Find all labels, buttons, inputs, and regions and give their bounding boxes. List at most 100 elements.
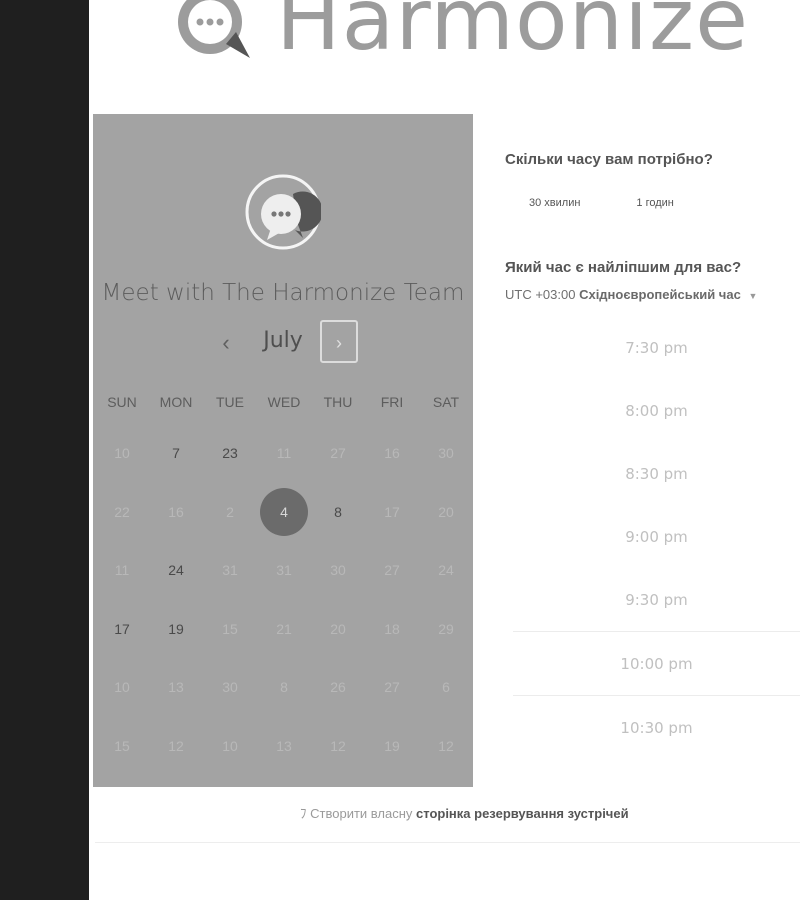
time-slot[interactable]: 8:00 pm bbox=[513, 379, 800, 442]
create-booking-page-link[interactable]: ﾌ Створити власну сторінка резервування … bbox=[300, 803, 629, 822]
day-number: 21 bbox=[276, 620, 292, 637]
left-dark-panel bbox=[0, 0, 89, 900]
day-cell: 6 bbox=[419, 658, 473, 717]
day-number: 2 bbox=[226, 503, 234, 520]
day-number: 15 bbox=[222, 620, 238, 637]
day-number: 27 bbox=[384, 562, 400, 579]
day-number: 31 bbox=[276, 562, 292, 579]
day-number: 30 bbox=[222, 679, 238, 696]
day-number: 31 bbox=[222, 562, 238, 579]
day-number: 12 bbox=[168, 737, 184, 754]
day-cell[interactable]: 23 bbox=[203, 424, 257, 483]
day-number: 13 bbox=[168, 679, 184, 696]
duration-question: Скільки часу вам потрібно? bbox=[505, 151, 713, 168]
day-number: 7 bbox=[172, 445, 180, 462]
day-cell: 13 bbox=[257, 717, 311, 776]
day-number: 24 bbox=[438, 562, 454, 579]
day-cell: 12 bbox=[419, 717, 473, 776]
day-cell: 12 bbox=[311, 717, 365, 776]
brand-name: Harmonize bbox=[276, 0, 750, 70]
day-number: 12 bbox=[438, 737, 454, 754]
day-cell[interactable]: 8 bbox=[311, 483, 365, 542]
day-number: 19 bbox=[384, 737, 400, 754]
calendar-panel: Meet with The Harmonize Team ‹ July › SU… bbox=[93, 114, 473, 787]
time-slot[interactable]: 7:30 pm bbox=[513, 316, 800, 379]
day-number: 13 bbox=[276, 737, 292, 754]
weekday-label: SAT bbox=[432, 394, 460, 410]
day-number: 12 bbox=[330, 737, 346, 754]
time-slot[interactable]: 9:30 pm bbox=[513, 568, 800, 631]
day-number: 8 bbox=[334, 503, 342, 520]
day-cell[interactable]: 24 bbox=[149, 541, 203, 600]
caret-down-icon: ▼ bbox=[748, 291, 758, 301]
day-number: 20 bbox=[438, 503, 454, 520]
day-number: 20 bbox=[330, 620, 346, 637]
day-cell: 11 bbox=[95, 541, 149, 600]
month-navigation: ‹ July › bbox=[93, 320, 473, 366]
day-number: 27 bbox=[384, 679, 400, 696]
day-number: 19 bbox=[168, 620, 184, 637]
duration-30-min-option[interactable]: 30 хвилин bbox=[529, 197, 580, 209]
day-number: 29 bbox=[438, 620, 454, 637]
day-cell: 27 bbox=[365, 658, 419, 717]
day-cell: 19 bbox=[365, 717, 419, 776]
time-slot-list: 7:30 pm 8:00 pm 8:30 pm 9:00 pm 9:30 pm … bbox=[513, 316, 800, 759]
day-number: 26 bbox=[330, 679, 346, 696]
day-cell[interactable]: 17 bbox=[95, 600, 149, 659]
timezone-name: Східноєвропейський час bbox=[579, 287, 741, 302]
day-cell: 21 bbox=[257, 600, 311, 659]
day-cell: 15 bbox=[95, 717, 149, 776]
duration-options: 30 хвилин 1 годин bbox=[529, 197, 674, 209]
time-slot[interactable]: 10:00 pm bbox=[513, 631, 800, 695]
day-number: 27 bbox=[330, 445, 346, 462]
previous-month-button[interactable]: ‹ bbox=[211, 330, 241, 356]
day-number: 4 bbox=[260, 487, 308, 536]
day-number: 17 bbox=[114, 620, 130, 637]
day-cell: 30 bbox=[311, 541, 365, 600]
time-slot[interactable]: 10:30 pm bbox=[513, 695, 800, 759]
day-number: 30 bbox=[330, 562, 346, 579]
day-cell: 10 bbox=[95, 424, 149, 483]
day-number: 18 bbox=[384, 620, 400, 637]
footer-divider bbox=[95, 842, 800, 843]
selected-day-cell[interactable]: 4 bbox=[257, 483, 311, 542]
day-cell: 29 bbox=[419, 600, 473, 659]
footer-prefix: Створити власну bbox=[310, 806, 413, 821]
weekday-header: SUN MON TUE WED THU FRI SAT bbox=[95, 394, 473, 410]
weekday-label: MON bbox=[159, 394, 193, 410]
day-cell: 10 bbox=[203, 717, 257, 776]
day-cell: 31 bbox=[257, 541, 311, 600]
next-month-button[interactable]: › bbox=[320, 320, 358, 363]
day-cell: 16 bbox=[149, 483, 203, 542]
footer-link-text: сторінка резервування зустрічей bbox=[416, 806, 629, 821]
day-number: 16 bbox=[384, 445, 400, 462]
day-cell: 15 bbox=[203, 600, 257, 659]
day-cell: 8 bbox=[257, 658, 311, 717]
day-cell: 22 bbox=[95, 483, 149, 542]
day-cell: 24 bbox=[419, 541, 473, 600]
weekday-label: SUN bbox=[107, 394, 137, 410]
day-cell: 26 bbox=[311, 658, 365, 717]
day-cell: 27 bbox=[365, 541, 419, 600]
time-slot[interactable]: 8:30 pm bbox=[513, 442, 800, 505]
day-cell[interactable]: 7 bbox=[149, 424, 203, 483]
day-cell: 27 bbox=[311, 424, 365, 483]
time-slot[interactable]: 9:00 pm bbox=[513, 505, 800, 568]
day-cell[interactable]: 19 bbox=[149, 600, 203, 659]
day-cell: 20 bbox=[311, 600, 365, 659]
timezone-offset: UTC +03:00 bbox=[505, 287, 576, 302]
duration-1-hour-option[interactable]: 1 годин bbox=[636, 197, 673, 209]
day-number: 24 bbox=[168, 562, 184, 579]
day-cell: 30 bbox=[203, 658, 257, 717]
weekday-label: THU bbox=[323, 394, 353, 410]
day-cell: 16 bbox=[365, 424, 419, 483]
sprocket-icon: ﾌ bbox=[300, 806, 307, 821]
day-cell: 13 bbox=[149, 658, 203, 717]
day-cell: 20 bbox=[419, 483, 473, 542]
time-question: Який час є найліпшим для вас? bbox=[505, 259, 742, 276]
day-number: 11 bbox=[276, 445, 292, 462]
calendar-day-grid: 10 7 23 11 27 16 30 22 16 2 4 8 17 20 11 24 31 31 30 27 24 17… bbox=[95, 424, 473, 775]
timezone-selector[interactable]: UTC +03:00 Східноєвропейський час ▼ bbox=[505, 287, 757, 302]
day-number: 6 bbox=[442, 679, 450, 696]
day-number: 8 bbox=[280, 679, 288, 696]
